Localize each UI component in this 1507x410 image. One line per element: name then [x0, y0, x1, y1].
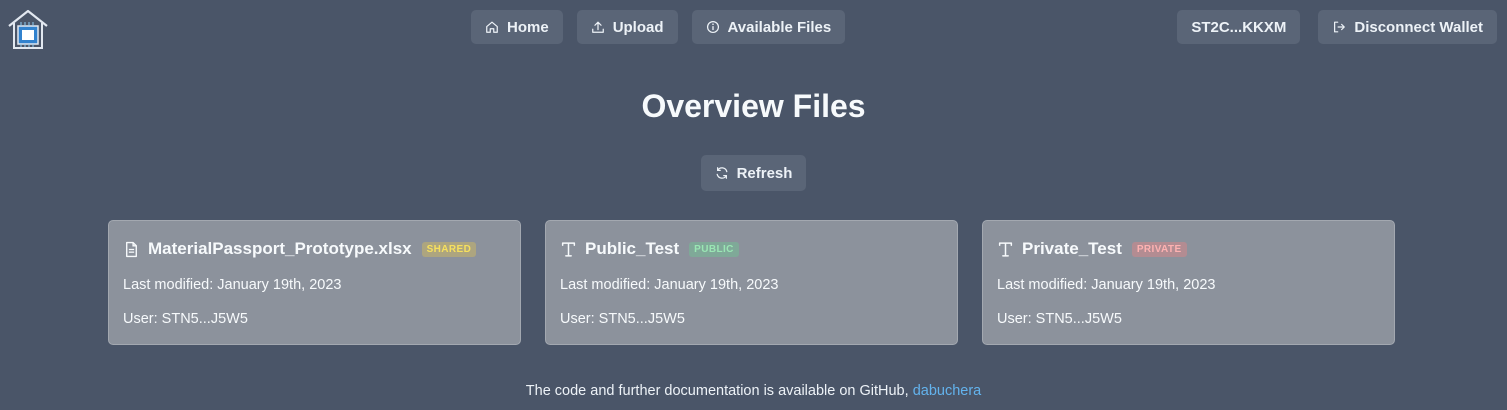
file-user: User: STN5...J5W5 — [997, 311, 1122, 327]
refresh-button[interactable]: Refresh — [700, 155, 807, 191]
nav-home-label: Home — [507, 18, 549, 36]
text-icon — [560, 241, 577, 258]
wallet-address-button[interactable]: ST2C...KKXM — [1177, 10, 1301, 44]
file-user: User: STN5...J5W5 — [123, 311, 248, 327]
disconnect-wallet-button[interactable]: Disconnect Wallet — [1318, 10, 1497, 44]
nav-available-files-button[interactable]: Available Files — [691, 10, 846, 44]
main-nav: Home Upload Available Files — [471, 10, 846, 44]
github-link[interactable]: dabuchera — [913, 383, 982, 399]
document-icon — [123, 241, 140, 258]
text-icon — [997, 241, 1014, 258]
info-icon — [706, 20, 720, 34]
logout-icon — [1332, 20, 1346, 34]
file-card-header: Private_Test PRIVATE — [997, 239, 1380, 259]
file-card-header: Public_Test PUBLIC — [560, 239, 943, 259]
upload-icon — [591, 20, 605, 34]
nav-upload-label: Upload — [612, 18, 664, 36]
file-name: MaterialPassport_Prototype.xlsx — [148, 239, 412, 258]
file-modified: Last modified: January 19th, 2023 — [560, 277, 779, 293]
shared-badge: SHARED — [421, 241, 477, 257]
refresh-container: Refresh — [0, 155, 1507, 191]
nav-available-files-label: Available Files — [727, 18, 832, 36]
page-title: Overview Files — [641, 88, 866, 124]
nav-home-button[interactable]: Home — [471, 10, 563, 44]
footer-text: The code and further documentation is av… — [525, 383, 909, 399]
file-name: Private_Test — [1022, 239, 1122, 258]
file-card-header: MaterialPassport_Prototype.xlsx SHARED — [123, 239, 506, 259]
file-card[interactable]: Private_Test PRIVATE Last modified: Janu… — [982, 220, 1395, 345]
file-modified: Last modified: January 19th, 2023 — [997, 277, 1216, 293]
app-page: Home Upload Available Files ST2C...KKXM … — [0, 0, 1507, 410]
private-badge: PRIVATE — [1131, 241, 1187, 257]
wallet-address: ST2C...KKXM — [1191, 18, 1287, 36]
disconnect-wallet-label: Disconnect Wallet — [1354, 18, 1483, 36]
file-cards: MaterialPassport_Prototype.xlsx SHARED L… — [108, 220, 1395, 345]
house-chip-logo[interactable] — [6, 8, 50, 50]
file-card[interactable]: Public_Test PUBLIC Last modified: Januar… — [545, 220, 958, 345]
file-modified: Last modified: January 19th, 2023 — [123, 277, 342, 293]
public-badge: PUBLIC — [689, 241, 739, 257]
file-user: User: STN5...J5W5 — [560, 311, 685, 327]
footer: The code and further documentation is av… — [0, 383, 1507, 399]
file-card[interactable]: MaterialPassport_Prototype.xlsx SHARED L… — [108, 220, 521, 345]
file-name: Public_Test — [585, 239, 680, 258]
home-icon — [485, 20, 499, 34]
refresh-label: Refresh — [736, 164, 793, 182]
nav-upload-button[interactable]: Upload — [576, 10, 678, 44]
refresh-icon — [715, 166, 729, 180]
wallet-controls: ST2C...KKXM Disconnect Wallet — [1177, 10, 1497, 44]
